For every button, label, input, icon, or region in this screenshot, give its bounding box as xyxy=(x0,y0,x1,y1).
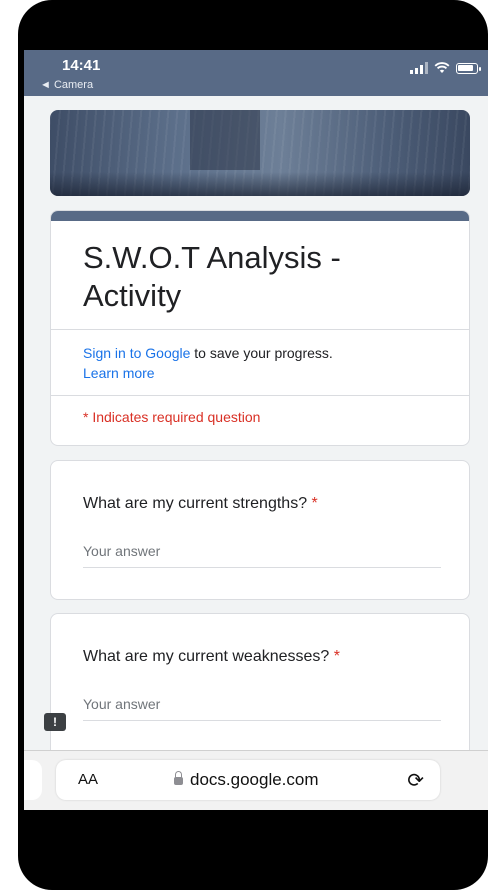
answer-input-strengths[interactable]: Your answer xyxy=(83,543,441,568)
previous-tab-preview[interactable] xyxy=(24,760,42,800)
signin-link[interactable]: Sign in to Google xyxy=(83,345,190,361)
question-label: What are my current strengths? * xyxy=(83,495,318,512)
learn-more-link[interactable]: Learn more xyxy=(83,365,155,381)
form-header-image xyxy=(50,110,470,196)
required-star: * xyxy=(333,648,341,665)
status-bar: 14:41 ◄ Camera xyxy=(24,50,488,96)
required-note: * Indicates required question xyxy=(83,409,261,425)
back-to-camera-link[interactable]: ◄ Camera xyxy=(40,79,93,91)
question-label: What are my current weaknesses? * xyxy=(83,648,341,665)
text-size-button[interactable]: AA xyxy=(78,771,98,788)
form-title-card: S.W.O.T Analysis - Activity Sign in to G… xyxy=(50,210,470,446)
battery-icon xyxy=(456,62,481,74)
theme-accent-bar xyxy=(51,211,469,221)
feedback-icon[interactable]: ! xyxy=(44,713,66,731)
answer-input-weaknesses[interactable]: Your answer xyxy=(83,696,441,721)
address-bar[interactable]: AA docs.google.com ⟳ xyxy=(56,760,440,800)
wifi-icon xyxy=(434,62,450,73)
reload-icon[interactable]: ⟳ xyxy=(407,768,424,793)
lock-icon xyxy=(174,771,183,785)
status-time: 14:41 xyxy=(62,57,101,74)
cellular-signal-icon xyxy=(410,62,428,74)
form-title: S.W.O.T Analysis - Activity xyxy=(83,240,341,313)
url-domain: docs.google.com xyxy=(174,770,319,790)
question-card-weaknesses: What are my current weaknesses? * Your a… xyxy=(50,613,470,773)
required-star: * xyxy=(311,495,318,512)
question-card-strengths: What are my current strengths? * Your an… xyxy=(50,460,470,600)
signin-text: to save your progress. xyxy=(190,345,333,361)
divider xyxy=(51,395,469,396)
signin-message: Sign in to Google to save your progress.… xyxy=(83,343,443,383)
status-icons xyxy=(410,62,481,74)
screen: 14:41 ◄ Camera S.W.O.T Analysis - Activi… xyxy=(24,50,488,810)
divider xyxy=(51,329,469,330)
